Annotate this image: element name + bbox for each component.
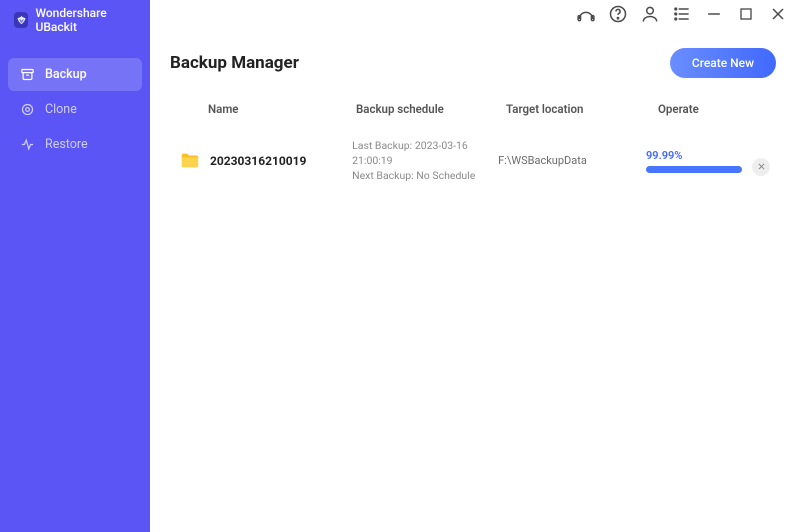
table-row[interactable]: 20230316210019 Last Backup: 2023-03-16 2… — [170, 126, 776, 196]
row-progress: 99.99% — [646, 149, 742, 173]
col-header-schedule: Backup schedule — [356, 102, 506, 116]
progress-bar — [646, 166, 742, 173]
minimize-button[interactable] — [704, 4, 724, 24]
col-header-operate: Operate — [658, 102, 738, 116]
col-header-target: Target location — [506, 102, 658, 116]
help-icon[interactable] — [608, 4, 628, 24]
cancel-button[interactable] — [752, 158, 770, 176]
account-icon[interactable] — [640, 4, 660, 24]
clone-icon — [20, 102, 35, 117]
table-header: Name Backup schedule Target location Ope… — [170, 96, 776, 126]
brand: Wondershare UBackit — [0, 0, 150, 50]
brand-logo-icon — [14, 12, 28, 28]
row-target: F:\WSBackupData — [498, 154, 646, 167]
sidebar-item-clone[interactable]: Clone — [8, 93, 142, 126]
restore-icon — [20, 137, 35, 152]
sidebar-item-label: Restore — [45, 137, 88, 152]
brand-name: Wondershare UBackit — [35, 6, 140, 34]
sidebar-item-label: Backup — [45, 67, 87, 82]
support-icon[interactable] — [576, 4, 596, 24]
sidebar-item-restore[interactable]: Restore — [8, 128, 142, 161]
sidebar-item-label: Clone — [45, 102, 77, 117]
folder-icon — [176, 149, 204, 173]
row-schedule-last: Last Backup: 2023-03-16 21:00:19 — [352, 138, 498, 168]
archive-icon — [20, 67, 35, 82]
row-schedule: Last Backup: 2023-03-16 21:00:19 Next Ba… — [352, 138, 498, 184]
row-name: 20230316210019 — [210, 154, 352, 168]
col-header-name: Name — [208, 102, 356, 116]
row-schedule-next: Next Backup: No Schedule — [352, 168, 498, 183]
sidebar-nav: Backup Clone Restore — [0, 50, 150, 161]
page-title: Backup Manager — [170, 53, 299, 73]
menu-list-icon[interactable] — [672, 4, 692, 24]
titlebar — [150, 0, 800, 28]
sidebar-item-backup[interactable]: Backup — [8, 58, 142, 91]
close-button[interactable] — [768, 4, 788, 24]
create-new-button[interactable]: Create New — [670, 48, 776, 78]
maximize-button[interactable] — [736, 4, 756, 24]
close-icon — [757, 162, 766, 171]
progress-text: 99.99% — [646, 149, 742, 162]
main: Backup Manager Create New Name Backup sc… — [150, 28, 800, 532]
